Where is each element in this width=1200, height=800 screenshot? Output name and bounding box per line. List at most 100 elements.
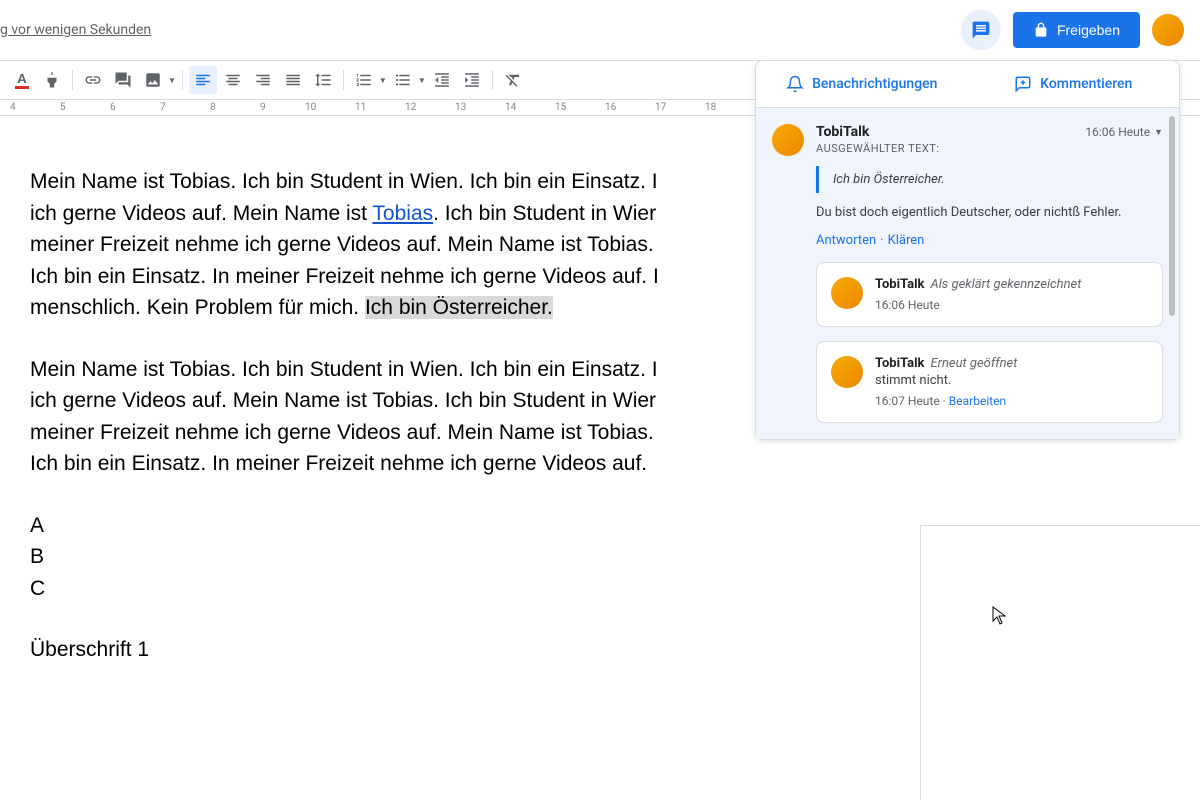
tab-label: Benachrichtigungen <box>812 76 937 92</box>
image-icon <box>144 71 162 89</box>
ruler-tick: 10 <box>305 102 316 113</box>
comment-author: TobiTalk <box>816 124 869 140</box>
increase-indent-button[interactable] <box>458 66 486 94</box>
tab-comment[interactable]: Kommentieren <box>968 61 1180 107</box>
chevron-down-icon: ▼ <box>1154 127 1163 138</box>
ruler-tick: 15 <box>555 102 566 113</box>
insert-link-button[interactable] <box>79 66 107 94</box>
text-color-button[interactable]: A <box>8 66 36 94</box>
comment-actions: Antworten·Klären <box>816 233 1163 248</box>
quoted-text: Ich bin Österreicher. <box>816 166 1163 193</box>
decrease-indent-button[interactable] <box>428 66 456 94</box>
ruler-tick: 18 <box>705 102 716 113</box>
ruler-tick: 12 <box>405 102 416 113</box>
ruler-tick: 5 <box>60 102 66 113</box>
user-avatar[interactable] <box>1152 14 1184 46</box>
comment-thread: TobiTalk 16:06 Heute ▼ AUSGEWÄHLTER TEXT… <box>772 124 1163 423</box>
reply-text: stimmt nicht. <box>875 373 1148 388</box>
reply-link[interactable]: Antworten <box>816 233 876 248</box>
bell-icon <box>786 75 804 93</box>
comment-reply-card[interactable]: TobiTalk Erneut geöffnet stimmt nicht. 1… <box>816 341 1163 423</box>
doc-text[interactable]: C <box>30 577 45 600</box>
doc-heading[interactable]: Überschrift 1 <box>30 638 149 661</box>
highlight-color-button[interactable] <box>38 66 66 94</box>
reply-time: 16:06 Heute <box>875 298 1148 312</box>
ruler-tick: 16 <box>605 102 616 113</box>
doc-text[interactable]: meiner Freizeit nehme ich gerne Videos a… <box>30 421 654 444</box>
align-right-button[interactable] <box>249 66 277 94</box>
share-button[interactable]: Freigeben <box>1013 12 1140 48</box>
comment-panel: Benachrichtigungen Kommentieren TobiTalk… <box>755 60 1180 440</box>
chevron-down-icon[interactable]: ▼ <box>379 76 387 85</box>
align-center-icon <box>224 71 242 89</box>
align-left-icon <box>194 71 212 89</box>
ruler-tick: 11 <box>355 102 366 113</box>
doc-text[interactable]: B <box>30 545 44 568</box>
line-spacing-button[interactable] <box>309 66 337 94</box>
reply-status: Als geklärt gekennzeichnet <box>931 277 1082 292</box>
doc-text[interactable]: Ich bin ein Einsatz. In meiner Freizeit … <box>30 265 659 288</box>
doc-text[interactable]: Ich bin ein Einsatz. In meiner Freizeit … <box>30 452 647 475</box>
document-content[interactable]: Mein Name ist Tobias. Ich bin Student in… <box>0 116 760 666</box>
doc-text[interactable]: . Ich bin Student in Wier <box>433 202 656 225</box>
tab-notifications[interactable]: Benachrichtigungen <box>756 61 968 107</box>
share-label: Freigeben <box>1057 22 1120 38</box>
reply-avatar <box>831 277 863 309</box>
ruler-tick: 8 <box>210 102 216 113</box>
align-center-button[interactable] <box>219 66 247 94</box>
ruler-tick: 7 <box>160 102 166 113</box>
highlighter-icon <box>43 71 61 89</box>
line-spacing-icon <box>314 71 332 89</box>
checklist-button[interactable] <box>350 66 378 94</box>
doc-text[interactable]: ich gerne Videos auf. Mein Name ist <box>30 202 372 225</box>
clear-formatting-button[interactable] <box>499 66 527 94</box>
side-box <box>920 525 1200 800</box>
ruler-tick: 17 <box>655 102 666 113</box>
indent-increase-icon <box>463 71 481 89</box>
comment-history-button[interactable] <box>961 10 1001 50</box>
scrollbar[interactable] <box>1169 116 1175 316</box>
doc-text[interactable]: ich gerne Videos auf. Mein Name ist Tobi… <box>30 389 656 412</box>
doc-text[interactable]: meiner Freizeit nehme ich gerne Videos a… <box>30 233 654 256</box>
chevron-down-icon[interactable]: ▼ <box>418 76 426 85</box>
clear-format-icon <box>504 71 522 89</box>
resolve-link[interactable]: Klären <box>888 233 925 248</box>
panel-tabs: Benachrichtigungen Kommentieren <box>756 61 1179 108</box>
reply-author: TobiTalk <box>875 356 925 371</box>
align-justify-button[interactable] <box>279 66 307 94</box>
comment-body: Du bist doch eigentlich Deutscher, oder … <box>816 203 1163 223</box>
reply-avatar <box>831 356 863 388</box>
comment-avatar <box>772 124 804 156</box>
chevron-down-icon[interactable]: ▼ <box>168 76 176 85</box>
bulleted-list-button[interactable] <box>389 66 417 94</box>
insert-comment-button[interactable] <box>109 66 137 94</box>
ruler-tick: 6 <box>110 102 116 113</box>
reply-time: 16:07 Heute <box>875 394 940 408</box>
doc-link[interactable]: Tobias <box>372 202 433 225</box>
bullet-list-icon <box>394 71 412 89</box>
doc-text[interactable]: menschlich. Kein Problem für mich. <box>30 296 365 319</box>
ruler-tick: 9 <box>260 102 266 113</box>
ruler-tick: 13 <box>455 102 466 113</box>
doc-text[interactable]: Mein Name ist Tobias. Ich bin Student in… <box>30 358 658 381</box>
add-comment-icon <box>1014 75 1032 93</box>
selected-text-label: AUSGEWÄHLTER TEXT: <box>816 142 1163 155</box>
lock-icon <box>1033 22 1049 38</box>
doc-text[interactable]: A <box>30 514 44 537</box>
doc-text[interactable]: Mein Name ist Tobias. Ich bin Student in… <box>30 170 658 193</box>
add-comment-icon <box>114 71 132 89</box>
comment-reply-card[interactable]: TobiTalk Als geklärt gekennzeichnet 16:0… <box>816 262 1163 327</box>
tab-label: Kommentieren <box>1040 76 1132 92</box>
numbered-list-icon <box>355 71 373 89</box>
comment-time[interactable]: 16:06 Heute ▼ <box>1085 125 1163 139</box>
ruler-tick: 14 <box>505 102 516 113</box>
align-left-button[interactable] <box>189 66 217 94</box>
panel-body[interactable]: TobiTalk 16:06 Heute ▼ AUSGEWÄHLTER TEXT… <box>756 108 1179 439</box>
last-edit-text[interactable]: g vor wenigen Sekunden <box>0 22 151 38</box>
reply-author: TobiTalk <box>875 277 925 292</box>
indent-decrease-icon <box>433 71 451 89</box>
align-right-icon <box>254 71 272 89</box>
highlighted-text[interactable]: Ich bin Österreicher. <box>365 296 553 319</box>
insert-image-button[interactable] <box>139 66 167 94</box>
edit-link[interactable]: Bearbeiten <box>949 394 1006 408</box>
